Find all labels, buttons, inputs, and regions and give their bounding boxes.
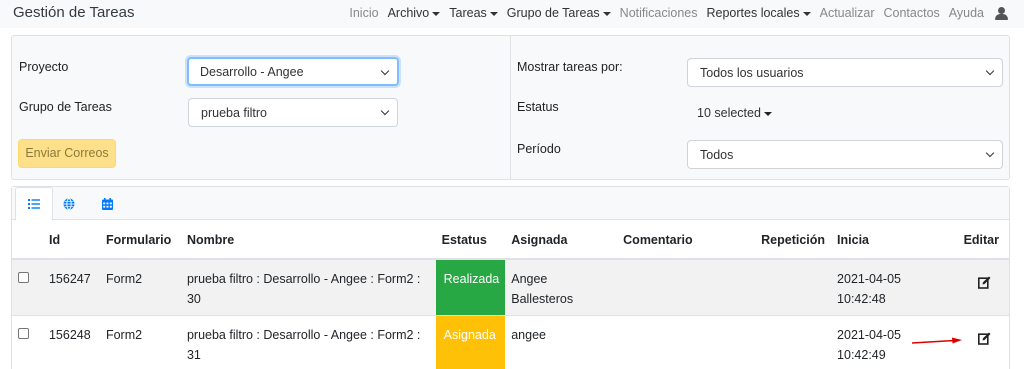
nav-actualizar-label: Actualizar <box>819 6 875 20</box>
navbar: Gestión de Tareas Inicio Archivo Tareas … <box>0 0 1024 28</box>
periodo-select-value: Todos <box>700 148 734 162</box>
mostrar-select-value: Todos los usuarios <box>700 66 804 80</box>
mostrar-label: Mostrar tareas por: <box>517 60 623 74</box>
header-checkbox <box>12 221 43 260</box>
caret-down-icon <box>602 11 611 16</box>
calendar-icon <box>101 197 113 210</box>
grupo-label: Grupo de Tareas <box>19 100 112 114</box>
nav-notificaciones[interactable]: Notificaciones <box>620 6 698 20</box>
chevron-down-icon <box>985 66 995 76</box>
nav-tareas[interactable]: Tareas <box>449 6 498 20</box>
header-id[interactable]: Id <box>42 221 100 260</box>
nav-contactos[interactable]: Contactos <box>884 6 940 20</box>
nav-ayuda[interactable]: Ayuda <box>949 6 984 20</box>
cell-estatus: Realizada <box>435 259 506 316</box>
tab-calendar[interactable] <box>88 187 126 220</box>
chevron-down-icon <box>380 66 390 76</box>
nav-reportes-label: Reportes locales <box>706 6 800 20</box>
proyecto-label: Proyecto <box>19 60 69 74</box>
cell-estatus: Asignada <box>435 315 506 369</box>
cell-repeticion <box>729 259 832 316</box>
estatus-label: Estatus <box>517 100 559 114</box>
user-icon[interactable] <box>995 6 1008 20</box>
nav-notificaciones-label: Notificaciones <box>619 6 698 20</box>
proyecto-select[interactable]: Desarrollo - Angee <box>187 57 399 86</box>
estatus-multiselect-value: 10 selected <box>697 106 761 120</box>
app-title: Gestión de Tareas <box>13 4 135 21</box>
cell-formulario: Form2 <box>99 259 181 316</box>
grupo-select-value: prueba filtro <box>201 106 268 120</box>
periodo-select[interactable]: Todos <box>687 140 1003 169</box>
edit-icon[interactable] <box>978 331 991 351</box>
tab-list[interactable] <box>15 187 53 221</box>
cell-repeticion <box>729 315 832 369</box>
cell-asignada: Angee Ballesteros <box>505 259 618 316</box>
nav-grupo-de-tareas[interactable]: Grupo de Tareas <box>507 6 611 20</box>
view-tabs <box>12 187 1009 221</box>
header-editar: Editar <box>947 221 1009 260</box>
nav-ayuda-label: Ayuda <box>948 6 984 20</box>
cell-formulario: Form2 <box>99 315 181 369</box>
panel-divider <box>510 36 511 179</box>
nav-archivo-label: Archivo <box>387 6 430 20</box>
periodo-label: Período <box>517 142 561 156</box>
cell-nombre: prueba filtro : Desarrollo - Angee : For… <box>180 315 436 369</box>
mostrar-select[interactable]: Todos los usuarios <box>687 58 1003 87</box>
chevron-down-icon <box>985 148 995 158</box>
header-inicia[interactable]: Inicia <box>831 221 948 260</box>
cell-comentario <box>617 259 730 316</box>
nav-inicio[interactable]: Inicio <box>349 6 378 20</box>
globe-icon <box>63 197 75 210</box>
caret-down-icon <box>489 11 498 16</box>
nav-inicio-label: Inicio <box>349 6 379 20</box>
row-checkbox[interactable] <box>18 327 29 339</box>
table-row: 156247 Form2 prueba filtro : Desarrollo … <box>12 259 1009 316</box>
cell-asignada: angee <box>505 315 618 369</box>
tasks-card: Id Formulario Nombre Estatus Asignada Co… <box>11 186 1010 369</box>
tab-globe[interactable] <box>50 187 88 220</box>
nav-contactos-label: Contactos <box>883 6 940 20</box>
header-estatus[interactable]: Estatus <box>435 221 506 260</box>
row-select-cell <box>12 259 43 316</box>
nav-reportes-locales[interactable]: Reportes locales <box>707 6 811 20</box>
header-comentario[interactable]: Comentario <box>617 221 730 260</box>
proyecto-select-value: Desarrollo - Angee <box>200 65 304 79</box>
table-header-row: Id Formulario Nombre Estatus Asignada Co… <box>12 221 1009 260</box>
nav-archivo[interactable]: Archivo <box>388 6 441 20</box>
header-repeticion[interactable]: Repetición <box>729 221 832 260</box>
header-asignada[interactable]: Asignada <box>505 221 618 260</box>
nav-tareas-label: Tareas <box>449 6 487 20</box>
row-select-cell <box>12 315 43 369</box>
enviar-correos-button[interactable]: Enviar Correos <box>18 139 116 168</box>
edit-icon[interactable] <box>978 275 991 295</box>
row-checkbox[interactable] <box>18 272 29 283</box>
caret-down-icon <box>802 11 811 16</box>
header-nombre[interactable]: Nombre <box>180 221 436 260</box>
cell-id: 156248 <box>42 315 100 369</box>
filter-panel: Proyecto Desarrollo - Angee Grupo de Tar… <box>11 35 1010 180</box>
list-icon <box>28 199 40 209</box>
header-formulario[interactable]: Formulario <box>99 221 181 260</box>
cell-inicia: 2021-04-05 10:42:48 <box>831 259 948 316</box>
cell-nombre: prueba filtro : Desarrollo - Angee : For… <box>180 259 436 316</box>
caret-down-icon <box>763 111 772 116</box>
cell-comentario <box>617 315 730 369</box>
chevron-down-icon <box>380 106 390 116</box>
cell-id: 156247 <box>42 259 100 316</box>
nav-grupo-label: Grupo de Tareas <box>506 6 600 20</box>
grupo-select[interactable]: prueba filtro <box>188 98 398 127</box>
annotation-arrow-icon <box>912 337 962 344</box>
nav-actualizar[interactable]: Actualizar <box>820 6 875 20</box>
tasks-table: Id Formulario Nombre Estatus Asignada Co… <box>12 221 1009 369</box>
table-row: 156248 Form2 prueba filtro : Desarrollo … <box>12 315 1009 369</box>
nav-menu: Inicio Archivo Tareas Grupo de Tareas No… <box>349 6 1008 20</box>
estatus-multiselect[interactable]: 10 selected <box>697 106 772 120</box>
cell-editar <box>947 259 1009 316</box>
caret-down-icon <box>432 11 441 16</box>
